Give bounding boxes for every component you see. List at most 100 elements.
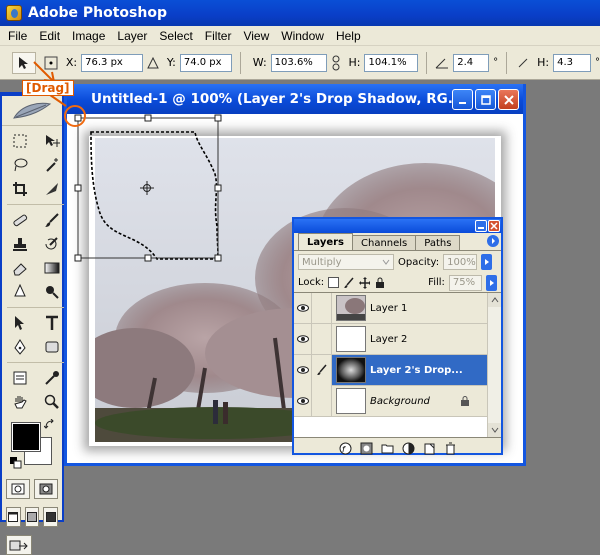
tab-paths[interactable]: Paths bbox=[415, 235, 461, 250]
menu-window[interactable]: Window bbox=[275, 29, 330, 43]
dodge-tool[interactable] bbox=[39, 281, 65, 303]
adjustment-layer-button[interactable] bbox=[402, 442, 415, 455]
quick-mask-button[interactable] bbox=[34, 479, 58, 499]
standard-mode-button[interactable] bbox=[6, 479, 30, 499]
visibility-toggle[interactable] bbox=[294, 323, 312, 355]
magic-wand-tool[interactable] bbox=[39, 154, 65, 176]
link-toggle[interactable] bbox=[312, 292, 332, 324]
opacity-slider-button[interactable] bbox=[481, 254, 493, 270]
menu-image[interactable]: Image bbox=[66, 29, 111, 43]
palette-close-button[interactable] bbox=[488, 220, 500, 232]
eyedropper-icon bbox=[45, 371, 59, 385]
scroll-up-button[interactable] bbox=[488, 293, 501, 307]
path-selection-tool[interactable] bbox=[7, 312, 33, 334]
window-icon bbox=[8, 512, 19, 522]
x-field[interactable]: 76.3 px bbox=[81, 53, 143, 72]
lasso-tool[interactable] bbox=[7, 154, 33, 176]
visibility-toggle[interactable] bbox=[294, 385, 312, 417]
layer-name: Layer 1 bbox=[370, 302, 408, 314]
slice-tool[interactable] bbox=[39, 178, 65, 200]
crop-tool[interactable] bbox=[7, 178, 33, 200]
scroll-down-button[interactable] bbox=[488, 423, 501, 437]
layer-mask-button[interactable] bbox=[360, 442, 373, 455]
eraser-tool[interactable] bbox=[7, 257, 33, 279]
menu-view[interactable]: View bbox=[237, 29, 275, 43]
palette-menu-button[interactable] bbox=[487, 235, 499, 247]
angle-field[interactable]: 2.4 bbox=[453, 53, 490, 72]
app-title-bar: Adobe Photoshop bbox=[0, 0, 600, 26]
history-brush-tool[interactable] bbox=[39, 233, 65, 255]
fill-slider-button[interactable] bbox=[486, 274, 497, 291]
skew-unit: ° bbox=[595, 57, 600, 68]
new-layer-button[interactable] bbox=[423, 442, 436, 455]
menu-layer[interactable]: Layer bbox=[111, 29, 153, 43]
lock-position-move-icon[interactable] bbox=[358, 276, 371, 289]
move-tool[interactable] bbox=[39, 130, 65, 152]
menu-file[interactable]: File bbox=[2, 29, 33, 43]
lock-pixels-brush-icon[interactable] bbox=[343, 277, 355, 289]
link-toggle[interactable] bbox=[312, 323, 332, 355]
default-colors-icon[interactable] bbox=[10, 457, 22, 469]
maximize-button[interactable] bbox=[475, 89, 496, 110]
blend-mode-select[interactable]: Multiply bbox=[298, 254, 394, 270]
w-label: W: bbox=[252, 56, 267, 69]
fill-field[interactable]: 75% bbox=[448, 274, 483, 291]
screen-mode-menu[interactable] bbox=[24, 507, 40, 527]
swap-colors-icon[interactable] bbox=[44, 419, 56, 431]
layers-palette-title-bar[interactable] bbox=[294, 219, 501, 233]
menu-filter[interactable]: Filter bbox=[199, 29, 238, 43]
menu-edit[interactable]: Edit bbox=[33, 29, 66, 43]
visibility-toggle[interactable] bbox=[294, 354, 312, 386]
opacity-field[interactable]: 100% bbox=[443, 254, 478, 270]
visibility-toggle[interactable] bbox=[294, 292, 312, 324]
photo-thumbnail bbox=[337, 296, 365, 320]
lock-transparency-checkbox[interactable] bbox=[328, 277, 339, 288]
app-title: Adobe Photoshop bbox=[28, 5, 167, 21]
tab-layers[interactable]: Layers bbox=[298, 233, 353, 250]
tab-channels[interactable]: Channels bbox=[352, 235, 417, 250]
link-toggle[interactable] bbox=[312, 385, 332, 417]
blur-tool[interactable] bbox=[7, 281, 33, 303]
minimize-button[interactable] bbox=[452, 89, 473, 110]
y-field[interactable]: 74.0 px bbox=[179, 53, 232, 72]
brush-tool[interactable] bbox=[39, 209, 65, 231]
zoom-tool[interactable] bbox=[39, 391, 65, 413]
width-field[interactable]: 103.6% bbox=[270, 53, 327, 72]
brush-indicator[interactable] bbox=[312, 354, 332, 386]
adjustment-icon bbox=[402, 442, 414, 455]
healing-brush-tool[interactable] bbox=[7, 209, 33, 231]
skew-h-field[interactable]: 4.3 bbox=[553, 53, 592, 72]
menu-select[interactable]: Select bbox=[153, 29, 198, 43]
layer-row-drop-shadow[interactable]: Layer 2's Drop... bbox=[294, 354, 487, 386]
screen-mode-full[interactable] bbox=[43, 507, 59, 527]
eyedropper-tool[interactable] bbox=[39, 367, 65, 389]
layer-row-layer-2[interactable]: Layer 2 bbox=[294, 323, 487, 355]
type-tool[interactable] bbox=[39, 312, 65, 334]
lock-all-icon[interactable] bbox=[374, 277, 386, 289]
delete-layer-button[interactable] bbox=[444, 442, 457, 455]
new-set-button[interactable] bbox=[381, 442, 394, 455]
notes-tool[interactable] bbox=[7, 367, 33, 389]
h-label: H: bbox=[348, 56, 361, 69]
bandage-icon bbox=[13, 214, 28, 227]
close-button[interactable] bbox=[498, 89, 519, 110]
stamp-tool[interactable] bbox=[7, 233, 33, 255]
hand-tool[interactable] bbox=[7, 391, 33, 413]
marquee-tool[interactable] bbox=[7, 130, 33, 152]
layer-style-button[interactable]: f bbox=[339, 442, 352, 455]
gradient-tool[interactable] bbox=[39, 257, 65, 279]
screen-mode-standard[interactable] bbox=[6, 507, 21, 527]
separator bbox=[239, 51, 241, 74]
height-field[interactable]: 104.1% bbox=[364, 53, 419, 72]
shape-tool[interactable] bbox=[39, 336, 65, 358]
link-icon[interactable] bbox=[331, 55, 341, 71]
layer-list: Layer 1 Layer 2 Layer 2's Drop... Backgr… bbox=[294, 292, 501, 437]
layer-row-background[interactable]: Background bbox=[294, 385, 487, 417]
menu-help[interactable]: Help bbox=[330, 29, 367, 43]
foreground-color[interactable] bbox=[11, 422, 41, 452]
palette-minimize-button[interactable] bbox=[475, 220, 487, 232]
jump-to-imageready-button[interactable] bbox=[6, 535, 32, 555]
layer-row-layer-1[interactable]: Layer 1 bbox=[294, 292, 487, 324]
pen-tool[interactable] bbox=[7, 336, 33, 358]
layer-list-scrollbar[interactable] bbox=[487, 293, 501, 437]
